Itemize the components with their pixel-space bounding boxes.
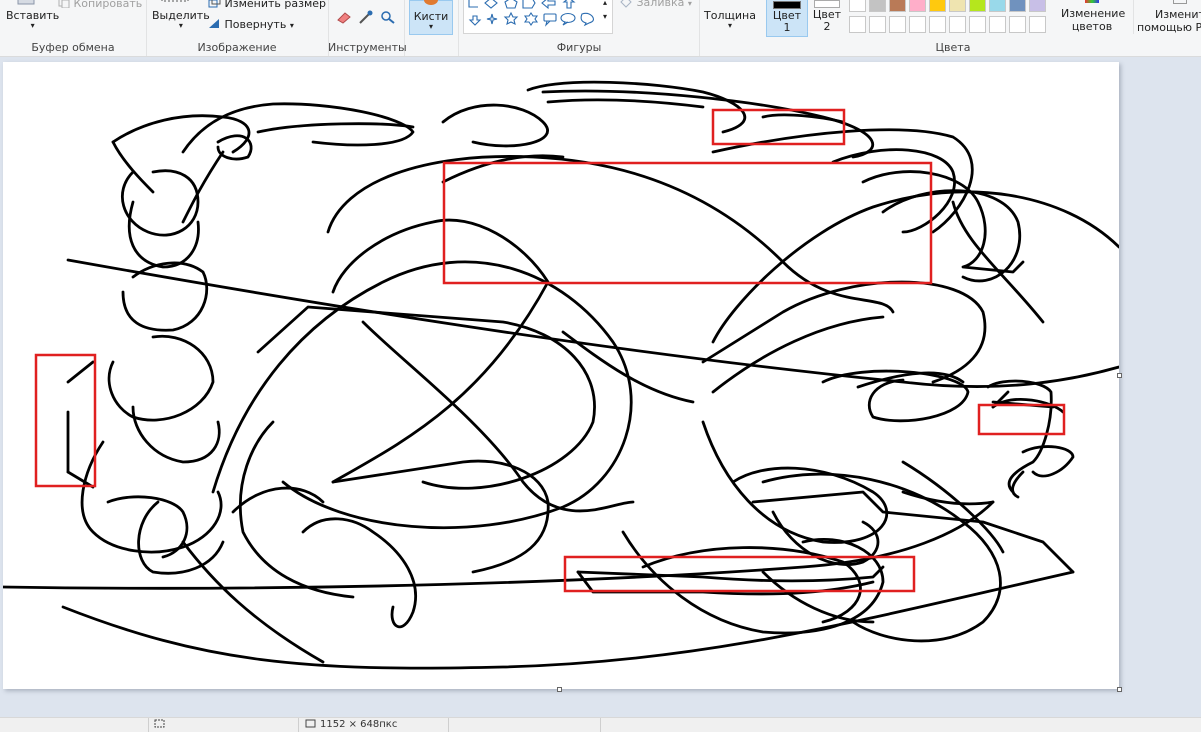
shapes-group-label: Фигуры — [556, 41, 602, 54]
color2-button[interactable]: Цвет 2 — [809, 0, 845, 35]
resize-handle-corner[interactable] — [1117, 687, 1122, 692]
color-swatch[interactable] — [1029, 0, 1046, 12]
rotate-icon — [209, 19, 219, 28]
drawing-layer — [3, 80, 1119, 670]
fill-label: Заливка — [636, 0, 685, 9]
status-separator — [298, 718, 299, 732]
ribbon: Вставить ▾ Копировать Буфер обмена Выдел… — [0, 0, 1201, 57]
color2-swatch — [814, 0, 840, 8]
color-swatch[interactable] — [1029, 16, 1046, 33]
image-group: Выделить ▾ Изменить размер Повернуть ▾ И… — [146, 0, 329, 56]
eyedropper-icon — [359, 10, 373, 24]
color2-number: 2 — [823, 20, 831, 33]
resize-handle-bottom[interactable] — [557, 687, 562, 692]
status-separator — [148, 718, 149, 732]
magnifier-tool[interactable] — [380, 10, 396, 27]
color-swatch[interactable] — [929, 16, 946, 33]
clipboard-group-label: Буфер обмена — [31, 41, 115, 54]
color-swatch[interactable] — [929, 0, 946, 12]
color-swatch[interactable] — [869, 16, 886, 33]
rotate-button[interactable]: Повернуть ▾ — [208, 18, 294, 31]
color1-button[interactable]: Цвет 1 — [766, 0, 808, 37]
copy-label: Копировать — [73, 0, 143, 10]
resize-icon — [208, 0, 221, 8]
color-swatch[interactable] — [989, 0, 1006, 12]
tools-group-label: Инструменты — [328, 41, 407, 54]
edit-colors-line2: цветов — [1071, 20, 1113, 33]
magnifier-icon — [381, 11, 395, 24]
paste-button[interactable]: Вставить ▾ — [6, 9, 59, 30]
status-bar: 1152 × 648пкс — [0, 717, 1201, 732]
resize-label: Изменить размер — [224, 0, 327, 10]
select-icon — [160, 0, 190, 6]
shapes-scroll-up-icon[interactable]: ▴ — [603, 0, 607, 7]
color-swatch[interactable] — [949, 16, 966, 33]
eraser-tool[interactable] — [336, 10, 352, 27]
color-swatch[interactable] — [849, 0, 866, 12]
color-swatch[interactable] — [909, 0, 926, 12]
color-swatch[interactable] — [909, 16, 926, 33]
tools-group: Инструменты — [328, 0, 407, 56]
eraser-icon — [337, 12, 351, 24]
color-swatch[interactable] — [869, 0, 886, 12]
chevron-down-icon: ▾ — [178, 21, 183, 30]
palette-icon — [1085, 0, 1099, 3]
chevron-down-icon: ▾ — [687, 0, 692, 8]
fill-button[interactable]: Заливка ▾ — [619, 0, 692, 9]
colors-group: Цвета — [847, 0, 1059, 56]
color-swatch[interactable] — [969, 16, 986, 33]
color-swatch[interactable] — [949, 0, 966, 12]
color1-swatch — [773, 1, 801, 9]
highlight-rect — [34, 353, 97, 488]
color-swatch[interactable] — [989, 16, 1006, 33]
color-swatch[interactable] — [889, 16, 906, 33]
color1-number: 1 — [783, 21, 791, 34]
color-swatch[interactable] — [889, 0, 906, 12]
rotate-label: Повернуть — [224, 18, 287, 31]
color-swatch[interactable] — [1009, 0, 1026, 12]
chevron-down-icon: ▾ — [289, 21, 294, 30]
brush-icon — [410, 0, 452, 10]
bucket-icon — [620, 0, 632, 8]
copy-icon — [58, 0, 70, 9]
thickness-button[interactable]: Толщина ▾ — [702, 0, 758, 33]
brushes-button[interactable]: Кисти ▾ — [409, 0, 453, 35]
highlight-rect — [442, 161, 933, 285]
colors-group-label: Цвета — [935, 41, 971, 54]
copy-button[interactable]: Копировать — [58, 0, 142, 10]
chevron-down-icon: ▾ — [30, 21, 35, 30]
edit-with-paint3d-button[interactable]: Изменить помощью Pa — [1133, 0, 1201, 34]
scribble-strokes — [3, 80, 1119, 670]
shapes-group: ▴ ▾ Заливка ▾ Фигуры — [458, 0, 700, 56]
clipboard-group: Вставить ▾ Копировать Буфер обмена — [0, 0, 147, 56]
select-button[interactable]: Выделить ▾ — [152, 9, 210, 30]
shapes-scroll-down-icon[interactable]: ▾ — [603, 12, 607, 21]
red-highlight-rectangles — [34, 108, 1066, 593]
chevron-down-icon: ▾ — [727, 21, 732, 30]
selection-icon — [154, 719, 166, 732]
chevron-down-icon: ▾ — [428, 22, 433, 31]
color-swatch[interactable] — [1009, 16, 1026, 33]
shapes-gallery[interactable] — [463, 0, 613, 34]
resize-button[interactable]: Изменить размер — [208, 0, 326, 10]
color-swatch[interactable] — [849, 16, 866, 33]
paint3d-line1: Изменить — [1155, 8, 1201, 21]
color-swatch[interactable] — [969, 0, 986, 12]
image-size-text: 1152 × 648пкс — [320, 719, 398, 730]
edit-colors-line1: Изменение — [1061, 7, 1126, 20]
image-group-label: Изображение — [197, 41, 277, 54]
edit-colors-button[interactable]: Изменение цветов — [1061, 0, 1126, 33]
paste-icon — [14, 0, 38, 9]
status-separator — [448, 718, 449, 732]
shapes-icon — [468, 0, 594, 27]
status-separator — [600, 718, 601, 732]
paint3d-line2: помощью Pa — [1137, 21, 1201, 34]
drawing-canvas[interactable] — [3, 62, 1119, 689]
paint3d-icon — [1173, 0, 1187, 4]
resize-handle-right[interactable] — [1117, 373, 1122, 378]
image-size-icon — [305, 719, 317, 732]
color-picker-tool[interactable] — [358, 10, 374, 27]
